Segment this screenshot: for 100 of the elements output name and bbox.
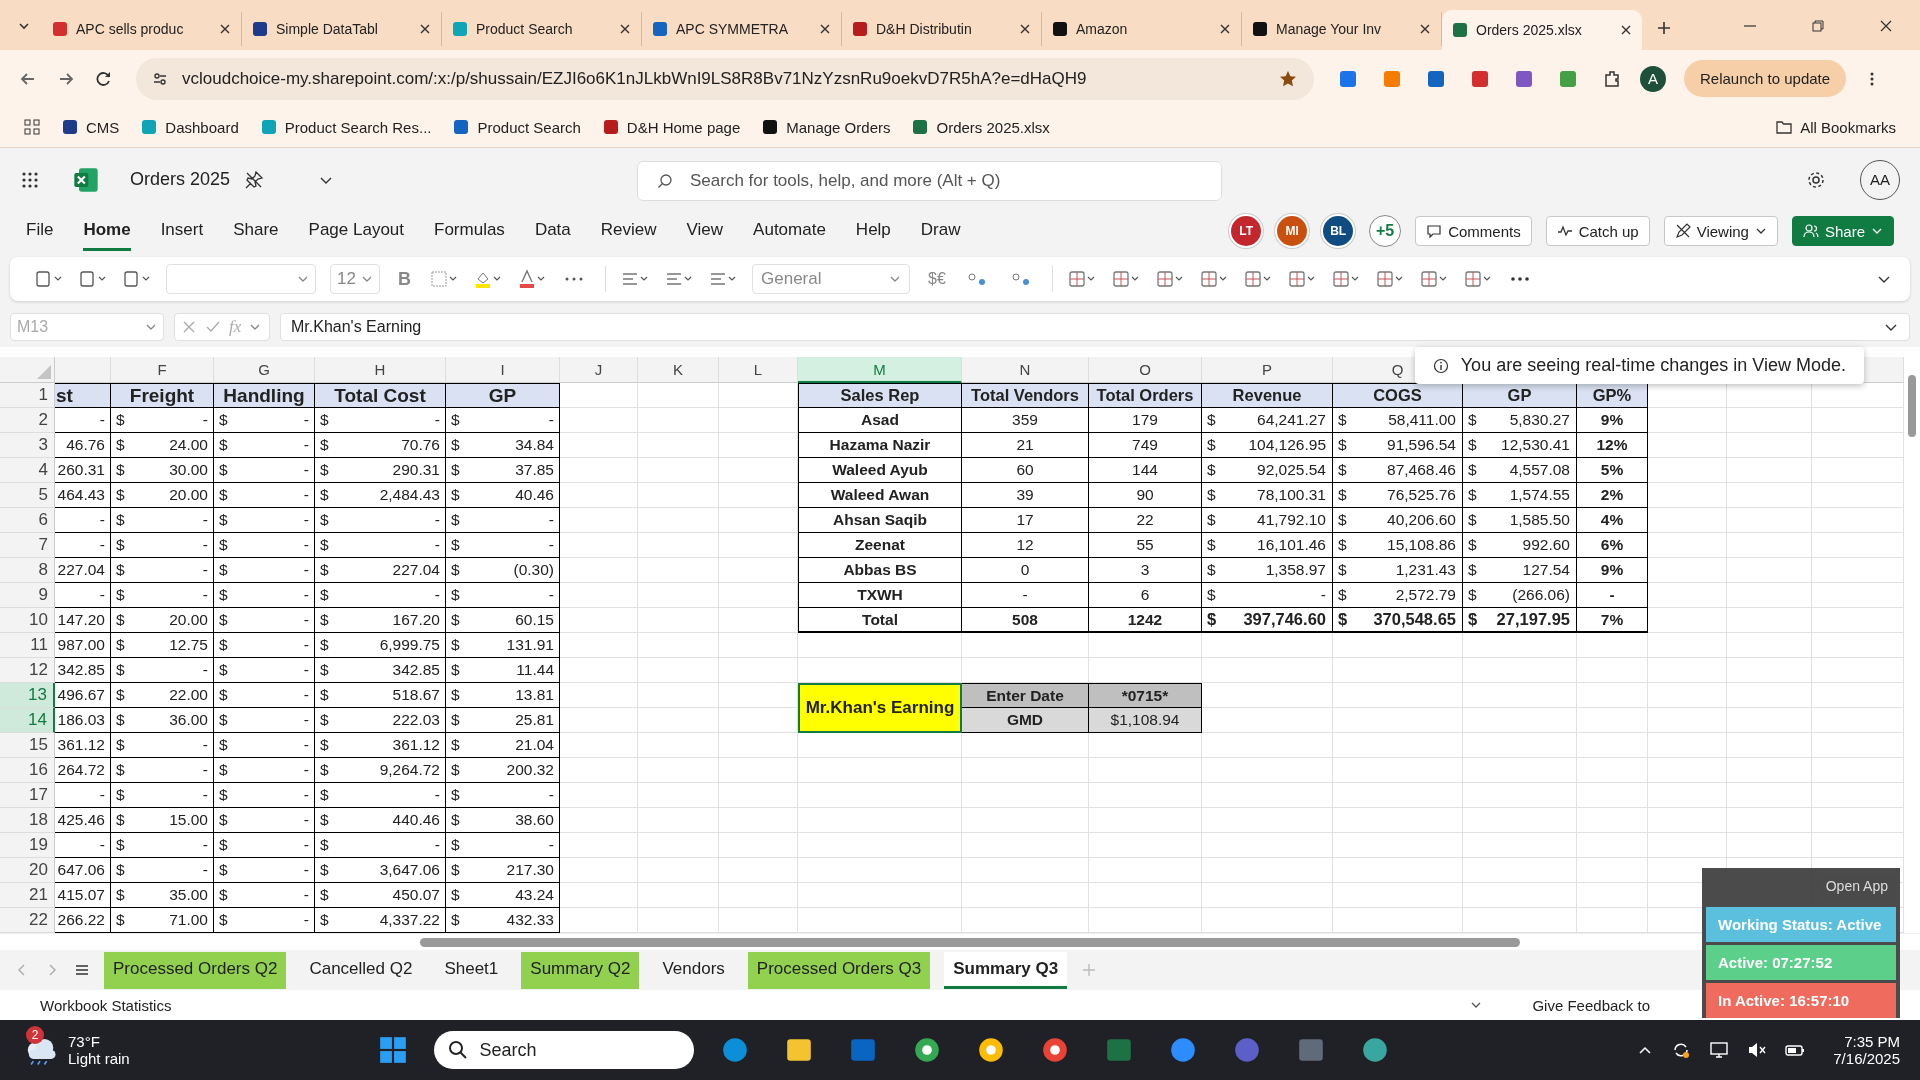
browser-tab[interactable]: APC sells produc — [42, 11, 242, 46]
relaunch-button[interactable]: Relaunch to update — [1684, 60, 1847, 98]
menu-tab[interactable]: Home — [83, 212, 131, 251]
row-header[interactable]: 16 — [0, 758, 55, 784]
document-title[interactable]: Orders 2025 — [130, 169, 231, 191]
sheet-tab[interactable]: Summary Q2 — [521, 951, 640, 989]
row-header[interactable]: 7 — [0, 533, 55, 559]
row-header[interactable]: 14 — [0, 708, 55, 734]
catch-up-button[interactable]: Catch up — [1545, 216, 1650, 247]
sheet-tab[interactable]: Processed Orders Q3 — [747, 951, 931, 989]
share-button[interactable]: Share — [1791, 216, 1894, 247]
bold-button[interactable]: B — [394, 268, 415, 290]
table-cell: $ 30.00 — [111, 458, 214, 484]
sheet-tab[interactable]: Sheet1 — [435, 951, 508, 989]
bookmark-item[interactable]: CMS — [62, 118, 120, 136]
browser-tab[interactable]: Product Search — [442, 11, 642, 46]
row-header[interactable]: 18 — [0, 808, 55, 834]
sheet-tab[interactable]: Vendors — [653, 951, 734, 989]
table-cell: $ - — [214, 858, 315, 884]
row-header[interactable]: 4 — [0, 458, 55, 484]
sheet-tab[interactable]: Summary Q3 — [944, 951, 1068, 989]
table-cell: $ 40.46 — [446, 483, 560, 509]
browser-tab[interactable]: Simple DataTabl — [242, 11, 442, 46]
menu-tab[interactable]: Page Layout — [308, 212, 404, 251]
table-cell: $ - — [214, 608, 315, 634]
row-header[interactable]: 15 — [0, 733, 55, 759]
row-header[interactable]: 2 — [0, 408, 55, 434]
address-bar[interactable]: vcloudchoice-my.sharepoint.com/:x:/p/shussain/EZJI6o6K1nJLkbWnI9LS8R8Bv71NzYzsnRu9oekvD7R5hA?e=dHaQH9 — [136, 57, 1314, 100]
table-cell: $ 222.03 — [315, 708, 446, 734]
bookmark-item[interactable]: Product Search — [453, 118, 581, 136]
table-cell: $ 34.84 — [446, 433, 560, 459]
bookmark-item[interactable]: Dashboard — [141, 118, 239, 136]
collaborator-avatar[interactable]: MI — [1277, 216, 1308, 247]
profile-avatar[interactable]: A — [1640, 65, 1666, 92]
browser-tab[interactable]: D&H Distributin — [842, 11, 1042, 46]
browser-tab[interactable]: APC SYMMETRA — [642, 11, 842, 46]
table-cell: $ 6,999.75 — [315, 633, 446, 659]
table-cell: $ - — [111, 533, 214, 559]
bookmark-item[interactable]: Product Search Res... — [260, 118, 432, 136]
menu-tab[interactable]: Data — [534, 212, 571, 251]
sheet-tab[interactable]: Cancelled Q2 — [300, 951, 422, 989]
row-header[interactable]: 6 — [0, 508, 55, 534]
menu-tab[interactable]: View — [686, 212, 724, 251]
table-cell: $ - — [111, 858, 214, 884]
bookmark-item[interactable]: D&H Home page — [602, 118, 741, 136]
row-header[interactable]: 10 — [0, 608, 55, 634]
table-cell: $ - — [214, 733, 315, 759]
viewing-button[interactable]: Viewing — [1663, 216, 1778, 247]
collaborator-avatar[interactable]: LT — [1231, 216, 1262, 247]
column-header[interactable]: M — [798, 357, 962, 384]
feedback-link[interactable]: Give Feedback to — [1532, 996, 1650, 1014]
table-cell: 90 — [1089, 483, 1202, 509]
menu-tab[interactable]: Help — [855, 212, 891, 251]
row-header[interactable]: 13 — [0, 683, 55, 709]
row-header[interactable]: 22 — [0, 908, 55, 934]
row-header[interactable]: 12 — [0, 658, 55, 684]
currency-button[interactable]: $€ — [924, 270, 950, 289]
all-bookmarks-button[interactable]: All Bookmarks — [1776, 118, 1896, 136]
row-header[interactable]: 3 — [0, 433, 55, 459]
collaborator-avatar[interactable]: BL — [1323, 216, 1354, 247]
table-cell: $ - — [111, 833, 214, 859]
clock[interactable]: 7:35 PM 7/16/2025 — [1833, 1033, 1900, 1068]
table-cell: $ 15.00 — [111, 808, 214, 834]
table-cell: $ - — [315, 533, 446, 559]
row-header[interactable]: 8 — [0, 558, 55, 584]
workbook-statistics-button[interactable]: Workbook Statistics — [40, 996, 172, 1014]
formula-field[interactable]: Mr.Khan's Earning — [280, 313, 1910, 342]
row-header[interactable]: 1 — [0, 383, 55, 409]
number-format-dropdown[interactable]: General — [752, 264, 910, 295]
row-header[interactable]: 20 — [0, 858, 55, 884]
row-header[interactable]: 17 — [0, 783, 55, 809]
table-cell: 987.00 — [55, 633, 111, 659]
comments-button[interactable]: Comments — [1415, 216, 1532, 247]
bookmark-item[interactable]: Manage Orders — [762, 118, 891, 136]
taskbar-search-field[interactable]: Search — [433, 1031, 694, 1070]
row-header[interactable]: 5 — [0, 483, 55, 509]
menu-tab[interactable]: Draw — [920, 212, 961, 251]
more-collaborators-badge[interactable]: +5 — [1369, 215, 1402, 248]
menu-tab[interactable]: Share — [233, 212, 279, 251]
menu-tab[interactable]: Formulas — [434, 212, 505, 251]
menu-tab[interactable]: Automate — [753, 212, 826, 251]
table-cell: $ - — [315, 783, 446, 809]
browser-tab[interactable]: Orders 2025.xlsx — [1442, 9, 1642, 50]
table-cell: $ 370,548.65 — [1333, 608, 1463, 634]
menu-tab[interactable]: Review — [600, 212, 657, 251]
bookmark-item[interactable]: Orders 2025.xlsx — [912, 118, 1050, 136]
menu-tab[interactable]: Insert — [160, 212, 204, 251]
row-header[interactable]: 21 — [0, 883, 55, 909]
row-header[interactable]: 9 — [0, 583, 55, 609]
row-header[interactable]: 19 — [0, 833, 55, 859]
browser-tab[interactable]: Amazon — [1042, 11, 1242, 46]
browser-tab[interactable]: Manage Your Inv — [1242, 11, 1442, 46]
table-cell: - — [55, 833, 111, 859]
menu-tab[interactable]: File — [26, 212, 54, 251]
sheet-tab[interactable]: Processed Orders Q2 — [104, 951, 287, 989]
font-size-dropdown[interactable]: 12 — [330, 264, 380, 295]
table-cell: Total — [798, 608, 962, 634]
row-header[interactable]: 11 — [0, 633, 55, 659]
temperature-text: 73°F — [68, 1033, 101, 1051]
search-field[interactable]: Search for tools, help, and more (Alt + Q) — [637, 161, 1222, 201]
